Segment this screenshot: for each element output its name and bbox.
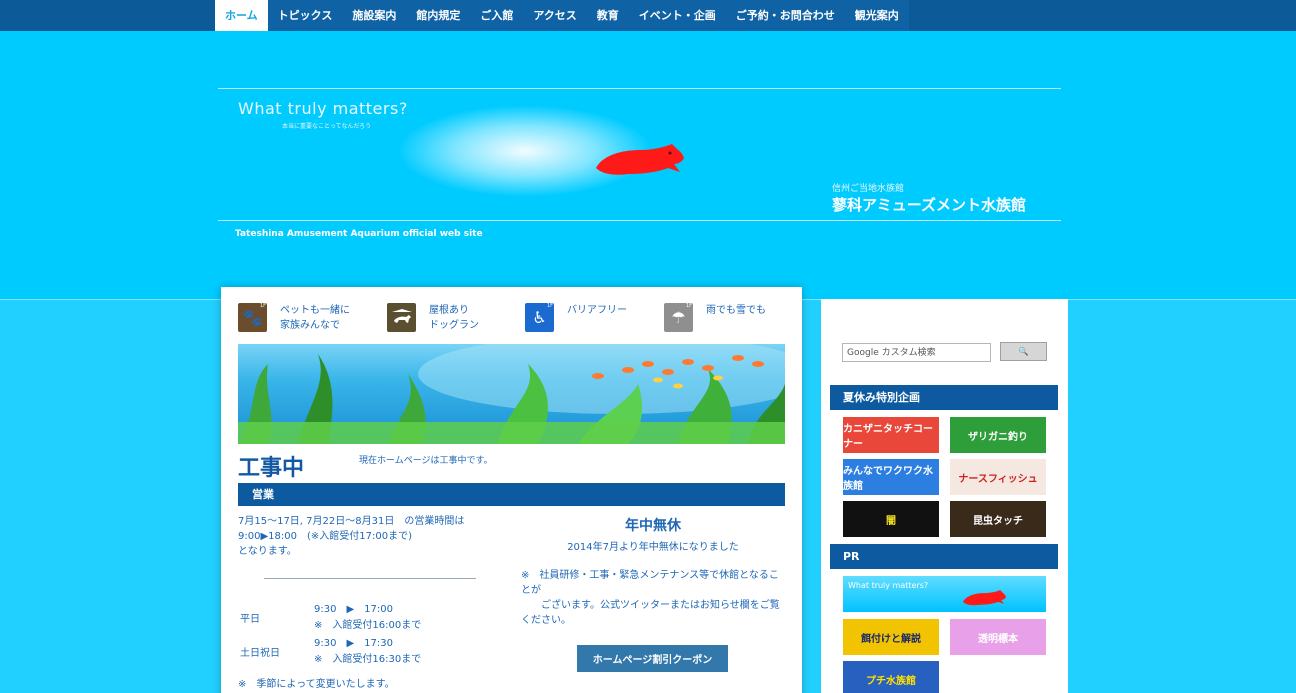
search-button[interactable]: 🔍 [1000,342,1047,361]
pr-banner[interactable]: プチ水族館 [843,661,939,693]
nav-list: ホーム トピックス 施設案内 館内規定 ご入館 アクセス 教育 イベント・企画 ご予約・お問合わ… [215,0,909,31]
aquarium-banner-image [238,344,785,444]
hours-line: 9:00▶18:00 (※入館受付17:00まで) [238,531,412,542]
feature-label: ペットも一緒に [280,305,350,316]
top-navigation: ホーム トピックス 施設案内 館内規定 ご入館 アクセス 教育 イベント・企画 ご予約・お問合わ… [0,0,1296,31]
nav-item[interactable]: ご入館 [470,0,523,31]
feature-weather: ☂ 1F 雨でも雪でも [664,303,766,332]
feature-label: バリアフリー [567,305,627,316]
dog-run-icon [387,303,416,332]
nav-item[interactable]: イベント・企画 [629,0,726,31]
pr-banner-text: What truly matters? [848,581,929,590]
wheelchair-icon: ♿ 1F [525,303,554,332]
hours-description: 7月15〜17日, 7月22日〜8月31日 の営業時間は 9:00▶18:00 … [238,514,464,559]
summer-banner[interactable]: ザリガニ釣り [950,417,1046,453]
pr-banner[interactable]: 餌付けと解説 [843,619,939,655]
nav-item[interactable]: 観光案内 [845,0,909,31]
divider [264,578,476,579]
site-caption: Tateshina Amusement Aquarium official we… [235,229,483,239]
hours-line: となります。 [238,546,297,557]
search-input[interactable] [842,343,991,362]
pr-banner-main[interactable]: What truly matters? [843,576,1046,612]
summer-banner[interactable]: ナースフィッシュ [950,459,1046,495]
open-all-year-subtitle: 2014年7月より年中無休になりました [567,542,739,553]
red-fish-icon [596,144,684,175]
schedule-time: 9:30 ▶ 17:30 ※ 入館受付16:30まで [314,638,422,665]
feature-label: ドッグラン [429,320,479,331]
header-line-bottom [218,220,1061,221]
feature-label: 家族みんなで [280,320,340,331]
feature-pets: 🐾 1F ペットも一緒に 家族みんなで [238,303,350,333]
feature-barrierfree: ♿ 1F バリアフリー [525,303,627,332]
nav-item[interactable]: アクセス [523,0,586,31]
closure-notice: ※ 社員研修・工事・緊急メンテナンス等で休館となることが ございます。公式ツイッ… [521,570,780,626]
logo-subtitle: 信州ご当地水族館 [832,184,905,194]
summer-special-header: 夏休み特別企画 [830,385,1058,410]
section-header-hours: 営業 [238,483,785,506]
tagline: What truly matters? [238,99,408,118]
nav-item[interactable]: トピックス [268,0,343,31]
nav-item[interactable]: 館内規定 [406,0,470,31]
feature-label: 屋根あり [429,305,469,316]
season-note: ※ 季節によって変更いたします。 [238,679,395,690]
feature-dogrun: 屋根あり ドッグラン [387,303,479,333]
sidebar: 🔍 夏休み特別企画 カニザニタッチコーナーザリガニ釣りみんなでワクワク水族館ナー… [821,299,1068,693]
page-title: 工事中 [238,456,305,481]
schedule-day: 土日祝日 [240,648,280,659]
nav-item[interactable]: 教育 [587,0,629,31]
tagline-sub: 本当に重要なことってなんだろう [282,123,372,130]
nav-item[interactable]: ご予約・お問合わせ [726,0,845,31]
summer-banner[interactable]: 昆虫タッチ [950,501,1046,537]
pr-header: PR [830,544,1058,569]
umbrella-icon: ☂ 1F [664,303,693,332]
main-content: 🐾 1F ペットも一緒に 家族みんなで 屋根ありドッグラン ♿ 1F バリアフリー ☂… [221,287,802,693]
schedule-time: 9:30 ▶ 17:00 ※ 入館受付16:00まで [314,604,422,631]
feature-label: 雨でも雪でも [706,305,766,316]
header: What truly matters? 本当に重要なことってなんだろう 信州ご当… [0,31,1296,299]
summer-banner[interactable]: カニザニタッチコーナー [843,417,939,453]
summer-banner[interactable]: 闇 [843,501,939,537]
nav-item[interactable]: 施設案内 [342,0,406,31]
schedule-day: 平日 [240,614,260,625]
coupon-button[interactable]: ホームページ割引クーポン [577,645,728,672]
construction-note: 現在ホームページは工事中です。 [359,456,493,466]
hours-line: 7月15〜17日, 7月22日〜8月31日 の営業時間は [238,516,465,527]
paw-icon: 🐾 1F [238,303,267,332]
logo-title[interactable]: 蓼科アミューズメント水族館 [832,194,1026,215]
summer-banner[interactable]: みんなでワクワク水族館 [843,459,939,495]
nav-item[interactable]: ホーム [215,0,268,31]
header-line-top [218,88,1061,89]
open-all-year-title: 年中無休 [625,518,681,534]
red-fish-icon [962,590,1007,606]
pr-banner[interactable]: 透明標本 [950,619,1046,655]
